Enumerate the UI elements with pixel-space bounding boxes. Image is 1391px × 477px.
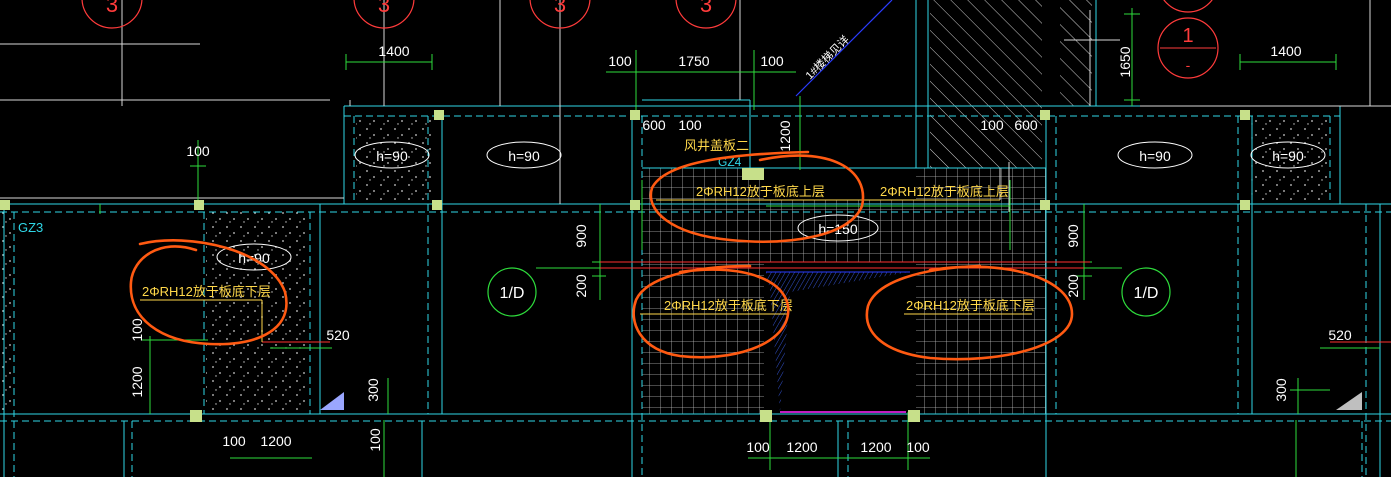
- rebar-note: 2ΦRH12放于板底下层: [142, 284, 271, 299]
- dimension-text: 100: [186, 143, 210, 159]
- dimension-text: 1200: [786, 439, 817, 455]
- annotation-labels: GZ3 GZ4 风井盖板二 1#楼梯见详 2ΦRH12放于板底上层 2ΦRH12…: [18, 32, 1035, 313]
- column: [190, 410, 202, 422]
- dimension-text: 520: [1328, 327, 1352, 343]
- slab-tag-text: h=90: [1139, 148, 1171, 164]
- column: [1240, 200, 1250, 210]
- axis-bubble-1d-right[interactable]: 1/D: [1084, 267, 1171, 317]
- dimension-text: 520: [326, 327, 350, 343]
- column: [630, 110, 640, 120]
- dimension-text: 300: [365, 378, 381, 402]
- label-vent-cover: 风井盖板二: [684, 138, 749, 153]
- dimension-text: 200: [573, 274, 589, 298]
- dimension-text: 100: [367, 428, 383, 452]
- dimension-text: 1200: [260, 433, 291, 449]
- dimension-text: 1400: [378, 43, 409, 59]
- dimension-text: 200: [1065, 274, 1081, 298]
- shaft-hatch: [1060, 0, 1092, 106]
- corner-piece: [320, 392, 344, 410]
- dimension-text: 100: [746, 439, 770, 455]
- cad-drawing-canvas[interactable]: 3 3 3 3 1 - 1/D 1/D h=90 h=90 h=90 h=90 …: [0, 0, 1391, 477]
- dimension-text: 100: [222, 433, 246, 449]
- svg-text:3: 3: [554, 0, 566, 17]
- dimension-text: 600: [642, 117, 666, 133]
- column: [194, 200, 204, 210]
- column: [0, 200, 10, 210]
- dimension-text: 100: [129, 318, 145, 342]
- dimension-text: 100: [906, 439, 930, 455]
- svg-text:3: 3: [106, 0, 118, 17]
- dimension-text: 900: [1065, 224, 1081, 248]
- dimension-text: 100: [608, 53, 632, 69]
- column: [1240, 110, 1250, 120]
- dimension-text: 1400: [1270, 43, 1301, 59]
- dot-hatch-edge: [0, 212, 12, 412]
- dimension-text: 900: [573, 224, 589, 248]
- column: [434, 110, 444, 120]
- label-stair: 1#楼梯见详: [802, 32, 852, 82]
- svg-text:3: 3: [700, 0, 712, 17]
- column: [1040, 200, 1050, 210]
- svg-text:3: 3: [378, 0, 390, 17]
- dimension-text: 1650: [1117, 46, 1133, 77]
- dimension-text: 1750: [678, 53, 709, 69]
- rebar-note: 2ΦRH12放于板底下层: [664, 298, 793, 313]
- dimension-text: 100: [760, 53, 784, 69]
- column: [1040, 110, 1050, 120]
- dimension-text: 100: [678, 117, 702, 133]
- label-gz3: GZ3: [18, 220, 43, 235]
- slab-tag-text: h=90: [1272, 148, 1304, 164]
- svg-text:-: -: [1186, 57, 1191, 73]
- rebar-note: 2ΦRH12放于板底上层: [880, 184, 1009, 199]
- svg-text:1/D: 1/D: [1134, 285, 1159, 302]
- rebar-note: 2ΦRH12放于板底下层: [906, 298, 1035, 313]
- dimension-text: 300: [1273, 378, 1289, 402]
- dimension-text: 1200: [777, 120, 793, 151]
- grid-hatch-left: [642, 168, 764, 414]
- svg-text:1: 1: [1182, 25, 1193, 47]
- column: [908, 410, 920, 422]
- rebar-note: 2ΦRH12放于板底上层: [696, 184, 825, 199]
- dimension-text: 1200: [129, 366, 145, 397]
- column-gz4: [742, 168, 764, 180]
- dimension-text: 600: [1014, 117, 1038, 133]
- axis-bubble[interactable]: 3: [81, 0, 143, 29]
- stair-hatch: [930, 0, 1042, 168]
- column: [630, 200, 640, 210]
- dot-hatch-2: [206, 212, 306, 412]
- axis-bubble-partial: [1163, 0, 1213, 13]
- dimension-text: 100: [980, 117, 1004, 133]
- axis-bubble[interactable]: 1 -: [1157, 17, 1219, 79]
- blue-fill-ramp: [766, 272, 910, 412]
- column: [760, 410, 772, 422]
- column: [432, 200, 442, 210]
- dimension-text: 1200: [860, 439, 891, 455]
- svg-text:1/D: 1/D: [500, 285, 525, 302]
- corner-piece: [1336, 392, 1362, 410]
- slab-tag-text: h=90: [508, 148, 540, 164]
- grid-hatch-right: [916, 168, 1046, 414]
- axis-bubble[interactable]: 3: [675, 0, 737, 29]
- slab-tag-text: h=90: [376, 148, 408, 164]
